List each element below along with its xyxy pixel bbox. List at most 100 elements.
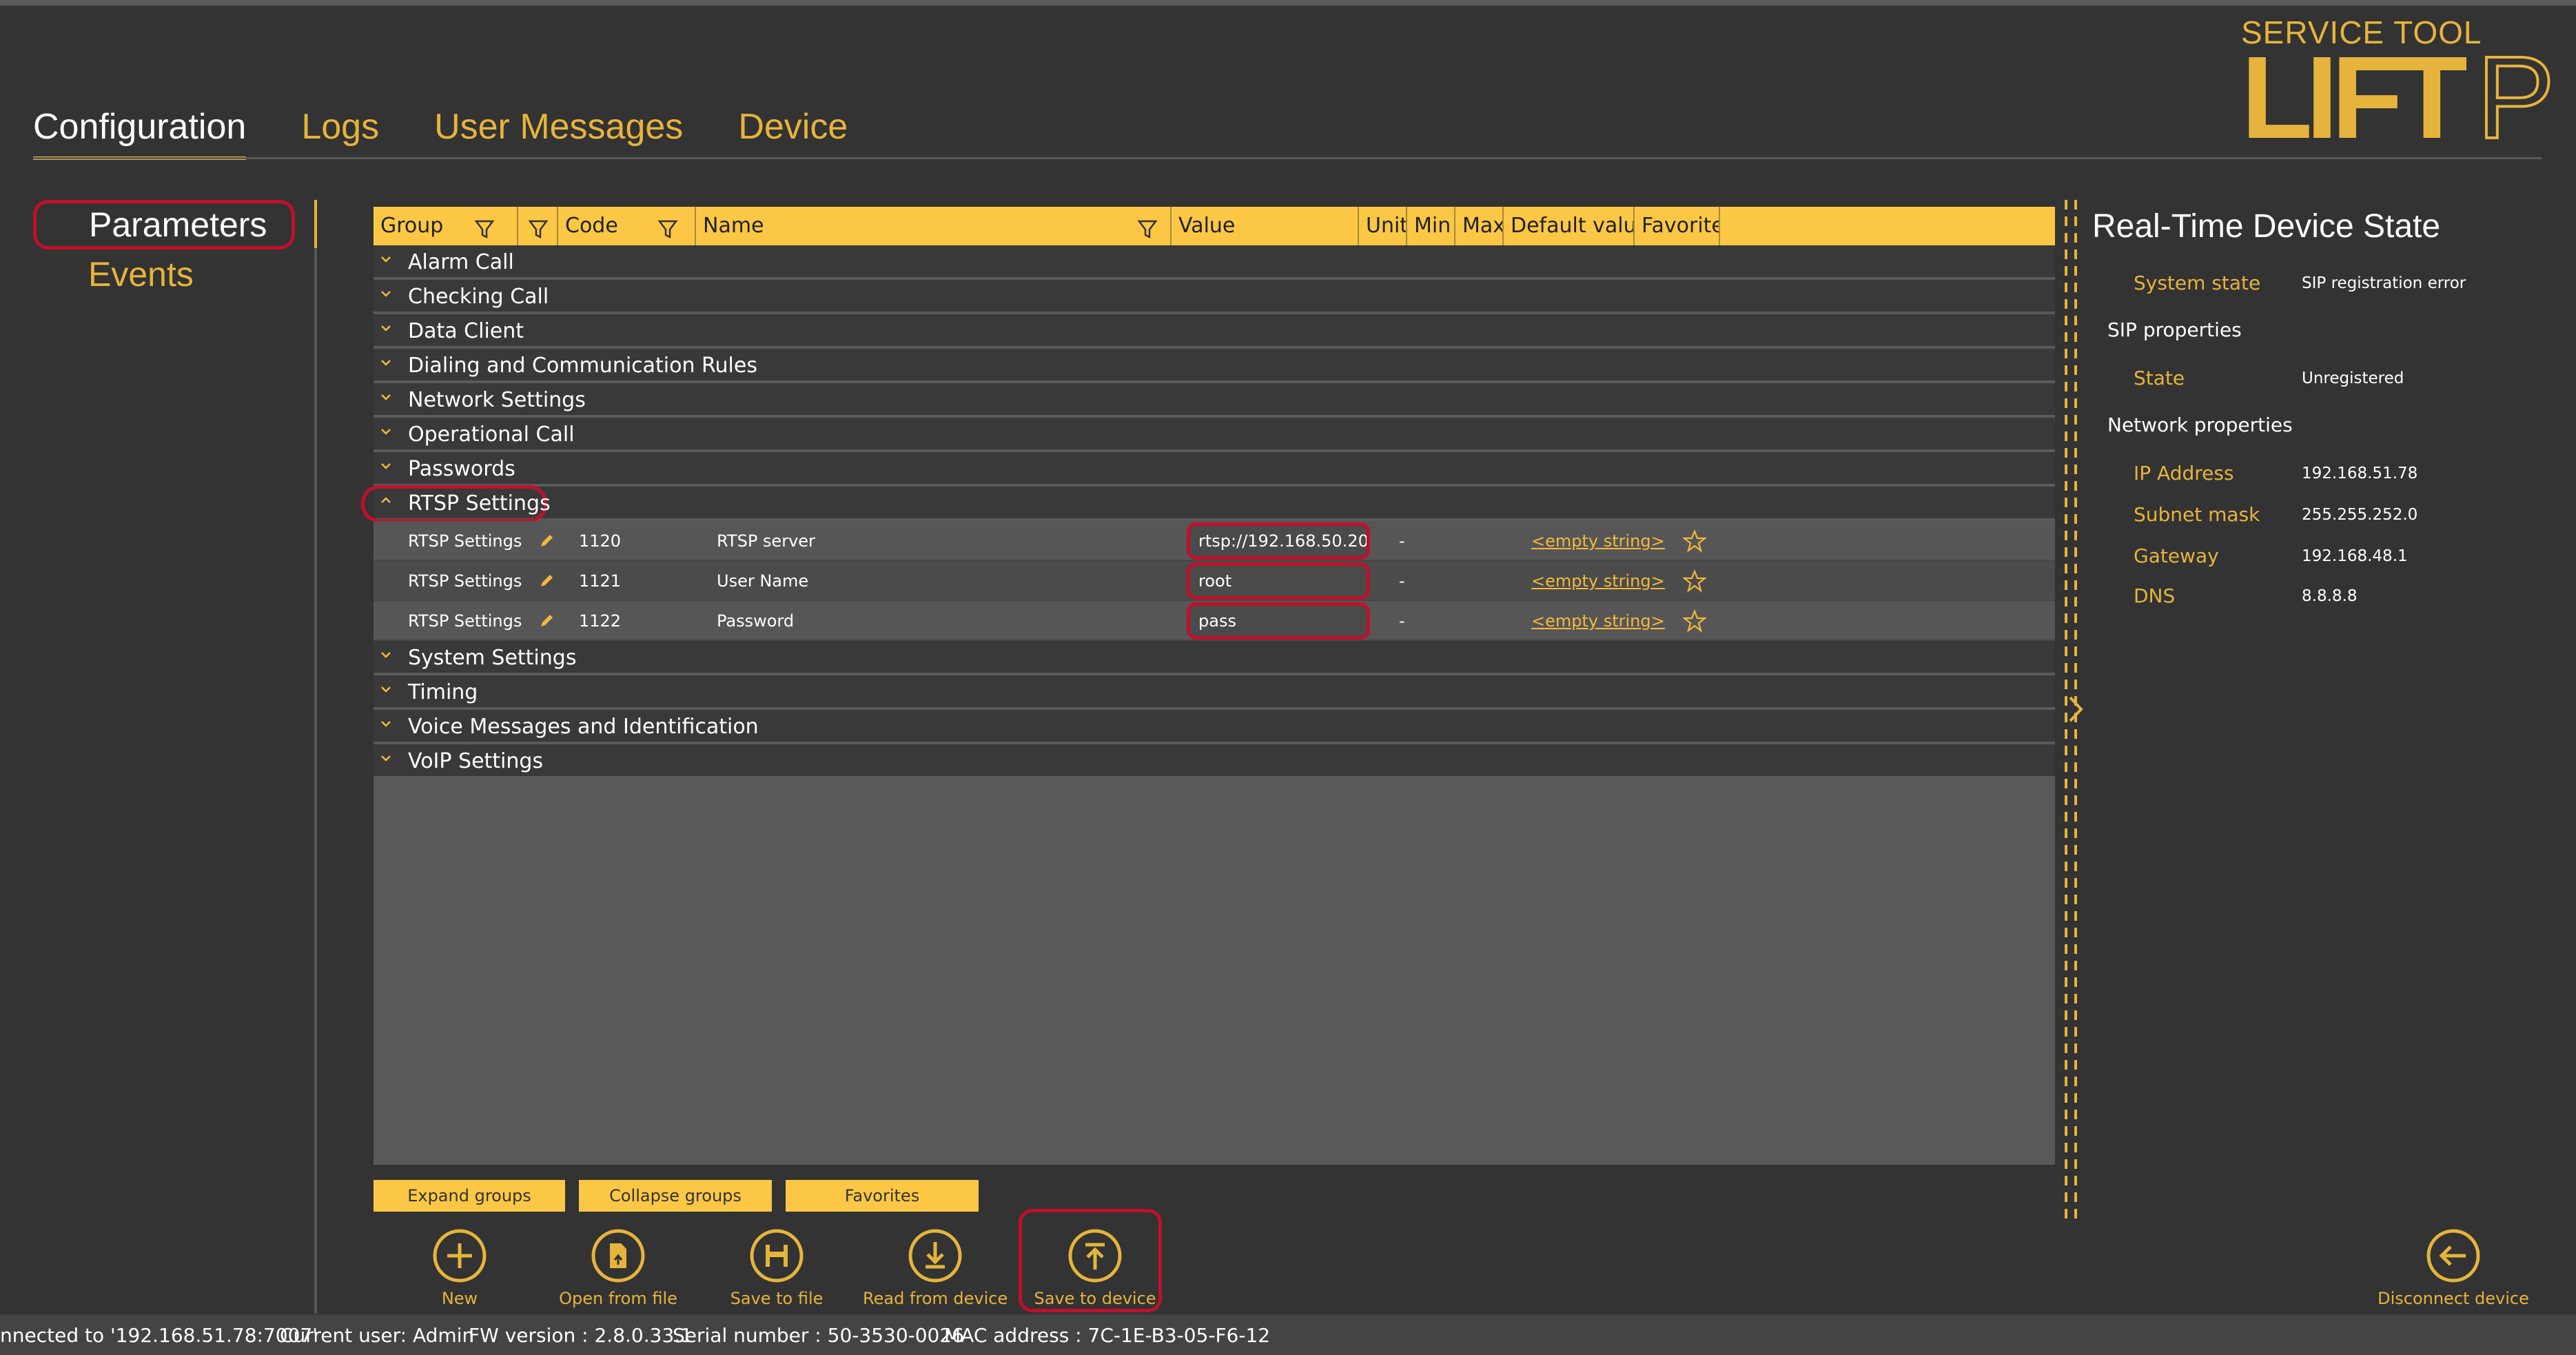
header-group-label: Group: [380, 214, 444, 238]
status-current-user: Current user: Admin: [280, 1324, 475, 1347]
sip-properties-heading: SIP properties: [2107, 318, 2242, 341]
table-row[interactable]: RTSP Settings 1121 User Name root - <emp…: [374, 561, 2055, 601]
status-serial-number: Serial number : 50-3530-0026: [673, 1324, 964, 1347]
subnet-mask-value: 255.255.252.0: [2302, 506, 2418, 524]
group-row[interactable]: Timing: [374, 675, 2055, 710]
chevron-down-icon[interactable]: [379, 321, 393, 335]
group-row[interactable]: Data Client: [374, 314, 2055, 349]
chevron-down-icon[interactable]: [379, 425, 393, 438]
header-name-label: Name: [703, 214, 764, 238]
cell-unit: -: [1399, 571, 1405, 591]
disconnect-device-button[interactable]: Disconnect device: [2371, 1228, 2536, 1308]
window-top-bar: [0, 0, 2576, 6]
value-field[interactable]: rtsp://192.168.50.207: [1187, 522, 1370, 560]
group-row[interactable]: Network Settings: [374, 383, 2055, 418]
cell-unit: -: [1399, 611, 1405, 631]
open-from-file-label: Open from file: [559, 1289, 677, 1308]
filter-icon[interactable]: [528, 215, 549, 239]
download-icon: [908, 1228, 963, 1283]
left-nav-active-indicator: [314, 200, 317, 248]
table-row[interactable]: RTSP Settings 1122 Password pass - <empt…: [374, 601, 2055, 641]
value-field[interactable]: root: [1187, 562, 1370, 600]
pencil-icon[interactable]: [538, 532, 555, 550]
chevron-down-icon[interactable]: [379, 287, 393, 300]
header-code[interactable]: Code: [558, 207, 696, 245]
cell-group: RTSP Settings: [408, 571, 522, 591]
chevron-down-icon[interactable]: [379, 390, 393, 404]
state-label: State: [2134, 367, 2185, 389]
table-row[interactable]: RTSP Settings 1120 RTSP server rtsp://19…: [374, 521, 2055, 561]
tabs-divider: [33, 157, 2542, 159]
star-icon[interactable]: [1681, 529, 1708, 553]
star-icon[interactable]: [1681, 569, 1708, 593]
new-label: New: [441, 1289, 478, 1308]
status-fw-version: FW version : 2.8.0.33.1: [469, 1324, 693, 1347]
group-row[interactable]: System Settings: [374, 641, 2055, 675]
filter-icon[interactable]: [657, 215, 678, 239]
expand-groups-button[interactable]: Expand groups: [374, 1180, 565, 1212]
tab-device[interactable]: Device: [738, 102, 848, 160]
header-name[interactable]: Name: [696, 207, 1172, 245]
header-default-value[interactable]: Default value: [1504, 207, 1635, 245]
group-row[interactable]: Dialing and Communication Rules: [374, 349, 2055, 383]
cell-code: 1121: [579, 571, 622, 591]
group-row-rtsp-settings[interactable]: RTSP Settings: [361, 485, 2055, 522]
realtime-device-state-panel: Real-Time Device State: [2092, 203, 2561, 251]
chevron-down-icon[interactable]: [379, 252, 393, 266]
pencil-icon[interactable]: [538, 572, 555, 590]
cell-group: RTSP Settings: [408, 531, 522, 551]
group-row[interactable]: Voice Messages and Identification: [374, 710, 2055, 744]
tab-configuration[interactable]: Configuration: [33, 102, 247, 160]
read-from-device-button[interactable]: Read from device: [863, 1228, 1008, 1311]
star-icon[interactable]: [1681, 609, 1708, 633]
grid-header: Group Code Name Value Unit Min Max Defau…: [374, 207, 2055, 245]
cell-name: User Name: [717, 571, 809, 591]
pencil-icon[interactable]: [538, 612, 555, 630]
nav-item-events[interactable]: Events: [33, 249, 309, 299]
group-row[interactable]: Checking Call: [374, 280, 2055, 314]
default-value-link[interactable]: <empty string>: [1531, 521, 1665, 561]
tab-logs[interactable]: Logs: [301, 102, 379, 160]
tab-user-messages[interactable]: User Messages: [434, 102, 683, 160]
header-value[interactable]: Value: [1172, 207, 1359, 245]
value-field[interactable]: pass: [1187, 602, 1370, 640]
floppy-disk-icon: [749, 1228, 804, 1283]
ip-address-label: IP Address: [2134, 462, 2234, 485]
group-row[interactable]: Alarm Call: [374, 245, 2055, 280]
default-value-link[interactable]: <empty string>: [1531, 561, 1665, 601]
chevron-down-icon[interactable]: [379, 717, 393, 731]
group-label: Network Settings: [408, 388, 586, 412]
status-mac-address: MAC address : 7C-1E-B3-05-F6-12: [944, 1324, 1271, 1347]
group-row[interactable]: Operational Call: [374, 418, 2055, 452]
save-to-file-button[interactable]: Save to file: [704, 1228, 849, 1311]
group-row[interactable]: Passwords: [374, 452, 2055, 487]
header-max[interactable]: Max: [1455, 207, 1504, 245]
save-to-file-label: Save to file: [730, 1289, 824, 1308]
group-label: Alarm Call: [408, 250, 514, 274]
chevron-up-icon[interactable]: [379, 493, 393, 507]
chevron-down-icon[interactable]: [379, 356, 393, 369]
chevron-down-icon[interactable]: [379, 459, 393, 473]
chevron-down-icon[interactable]: [379, 648, 393, 662]
chevron-down-icon[interactable]: [379, 682, 393, 696]
filter-icon[interactable]: [474, 215, 495, 239]
chevron-right-icon[interactable]: [2065, 692, 2085, 726]
save-to-device-button[interactable]: Save to device: [1019, 1209, 1167, 1312]
favorites-button[interactable]: Favorites: [786, 1180, 979, 1212]
header-unit[interactable]: Unit: [1359, 207, 1407, 245]
chevron-down-icon[interactable]: [379, 751, 393, 765]
new-button[interactable]: New: [387, 1228, 532, 1311]
default-value-link[interactable]: <empty string>: [1531, 601, 1665, 641]
open-from-file-button[interactable]: Open from file: [546, 1228, 691, 1311]
header-group[interactable]: Group: [374, 207, 518, 245]
header-group-filter[interactable]: [518, 207, 558, 245]
nav-item-parameters[interactable]: Parameters: [33, 200, 295, 249]
gateway-value: 192.168.48.1: [2302, 547, 2408, 565]
collapse-groups-button[interactable]: Collapse groups: [579, 1180, 772, 1212]
header-min[interactable]: Min: [1407, 207, 1455, 245]
status-bar: nnected to '192.168.51.78:7007' Current …: [0, 1314, 2576, 1355]
filter-icon[interactable]: [1137, 215, 1158, 239]
header-favorites[interactable]: Favorites: [1635, 207, 1720, 245]
group-row[interactable]: VoIP Settings: [374, 744, 2055, 779]
cell-unit: -: [1399, 531, 1405, 551]
